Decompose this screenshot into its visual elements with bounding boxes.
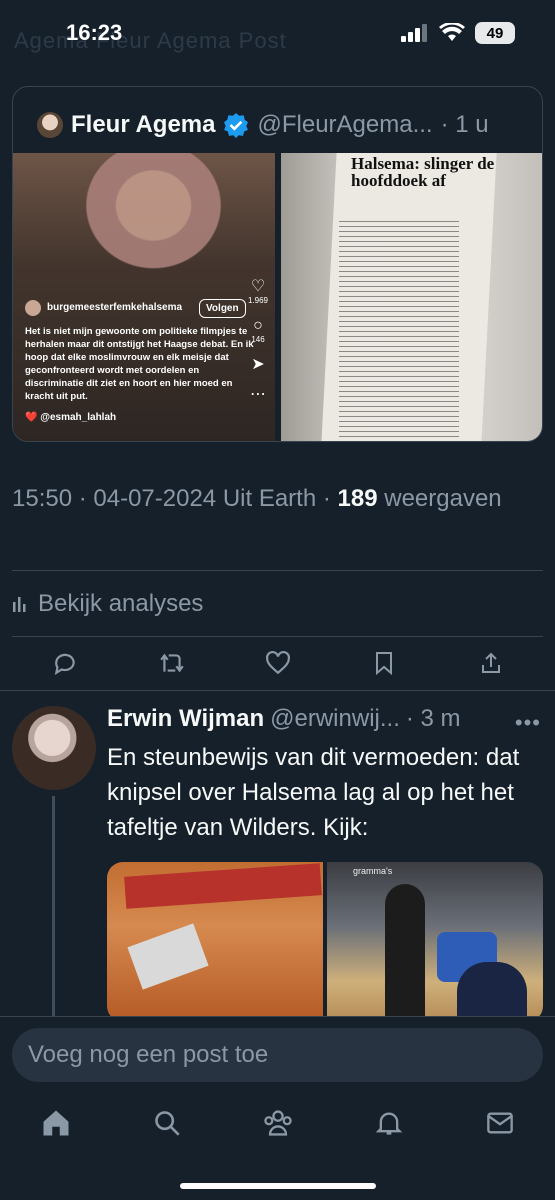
instagram-screenshot-image[interactable]: burgemeesterfemkehalsema Volgen ♡ 1.969 ○… (13, 153, 275, 441)
instagram-likes: 1.969 (247, 296, 269, 305)
retweet-icon[interactable] (157, 648, 187, 678)
heart-icon: ♡ (250, 278, 266, 295)
desk-photo[interactable] (107, 862, 323, 1022)
quoted-author-name[interactable]: Fleur Agema (71, 111, 215, 139)
notifications-icon[interactable] (372, 1106, 406, 1140)
messages-icon[interactable] (483, 1106, 517, 1140)
instagram-avatar (25, 300, 41, 316)
quoted-media[interactable]: burgemeesterfemkehalsema Volgen ♡ 1.969 ○… (13, 153, 542, 441)
like-icon[interactable] (263, 648, 293, 678)
instagram-tag: ❤️ @esmah_lahlah (25, 412, 117, 423)
speaker-figure (68, 153, 258, 303)
divider (12, 570, 543, 571)
tweet-timestamp: 15:50 · 04-07-2024 Uit Earth · (12, 485, 338, 512)
status-bar: Agema Fleur Agema Post 16:23 49 (0, 0, 555, 66)
quoted-tweet-card[interactable]: Fleur Agema @FleurAgema... · 1 u burgeme… (12, 86, 543, 442)
reply-media[interactable]: gramma's (107, 862, 543, 1022)
divider (12, 636, 543, 637)
quoted-tweet-header: Fleur Agema @FleurAgema... · 1 u (37, 111, 489, 139)
reply-author-handle: @erwinwij... (270, 705, 400, 732)
quoted-author-handle: @FleurAgema... (257, 111, 433, 138)
newspaper-clipping-image[interactable]: Halsema: slinger de hoofddoek af (281, 153, 542, 441)
reply-header: Erwin Wijman @erwinwij... · 3 m (107, 705, 547, 733)
communities-icon[interactable] (261, 1106, 295, 1140)
quoted-author-avatar[interactable] (37, 112, 63, 138)
more-options-icon[interactable]: ••• (515, 710, 541, 736)
views-label: weergaven (384, 485, 502, 512)
tweet-meta: 15:50 · 04-07-2024 Uit Earth · 189 weerg… (12, 482, 542, 516)
analytics-label: Bekijk analyses (38, 590, 204, 617)
wifi-icon (439, 23, 465, 41)
analytics-icon (13, 597, 26, 612)
faded-header-text: Agema Fleur Agema Post (14, 28, 287, 53)
reply-icon[interactable] (50, 648, 80, 678)
reply-author-avatar[interactable] (12, 706, 96, 790)
reply-author-name[interactable]: Erwin Wijman (107, 705, 264, 733)
analytics-link[interactable]: Bekijk analyses (12, 590, 203, 618)
instagram-caption: Het is niet mijn gewoonte om politieke f… (25, 326, 254, 402)
parliament-photo[interactable]: gramma's (327, 862, 543, 1022)
home-indicator (180, 1183, 376, 1189)
instagram-username: burgemeesterfemkehalsema (47, 302, 183, 313)
reply-time: · 3 m (405, 705, 461, 732)
battery-indicator: 49 (475, 22, 515, 44)
photo-caption: gramma's (353, 866, 393, 876)
verified-badge-icon (224, 113, 249, 138)
home-icon[interactable] (39, 1106, 73, 1140)
status-icons: 49 (401, 22, 515, 44)
instagram-follow-button: Volgen (199, 299, 246, 318)
status-time: 16:23 (66, 20, 123, 45)
bookmark-icon[interactable] (369, 648, 399, 678)
signal-icon (401, 24, 427, 42)
reply-text: En steunbewijs van dit vermoeden: dat kn… (107, 744, 520, 841)
newspaper-text-lines (339, 221, 459, 441)
divider (0, 690, 555, 691)
newspaper-headline: Halsema: slinger de hoofddoek af (351, 154, 495, 190)
tweet-actions (0, 644, 555, 684)
instagram-user: burgemeesterfemkehalsema (25, 300, 207, 316)
search-icon[interactable] (150, 1106, 184, 1140)
share-icon[interactable] (476, 648, 506, 678)
quoted-tweet-time: · 1 u (440, 111, 489, 138)
views-count: 189 (337, 485, 378, 512)
thread-line (52, 796, 55, 1026)
compose-input[interactable]: Voeg nog een post toe (12, 1028, 543, 1082)
